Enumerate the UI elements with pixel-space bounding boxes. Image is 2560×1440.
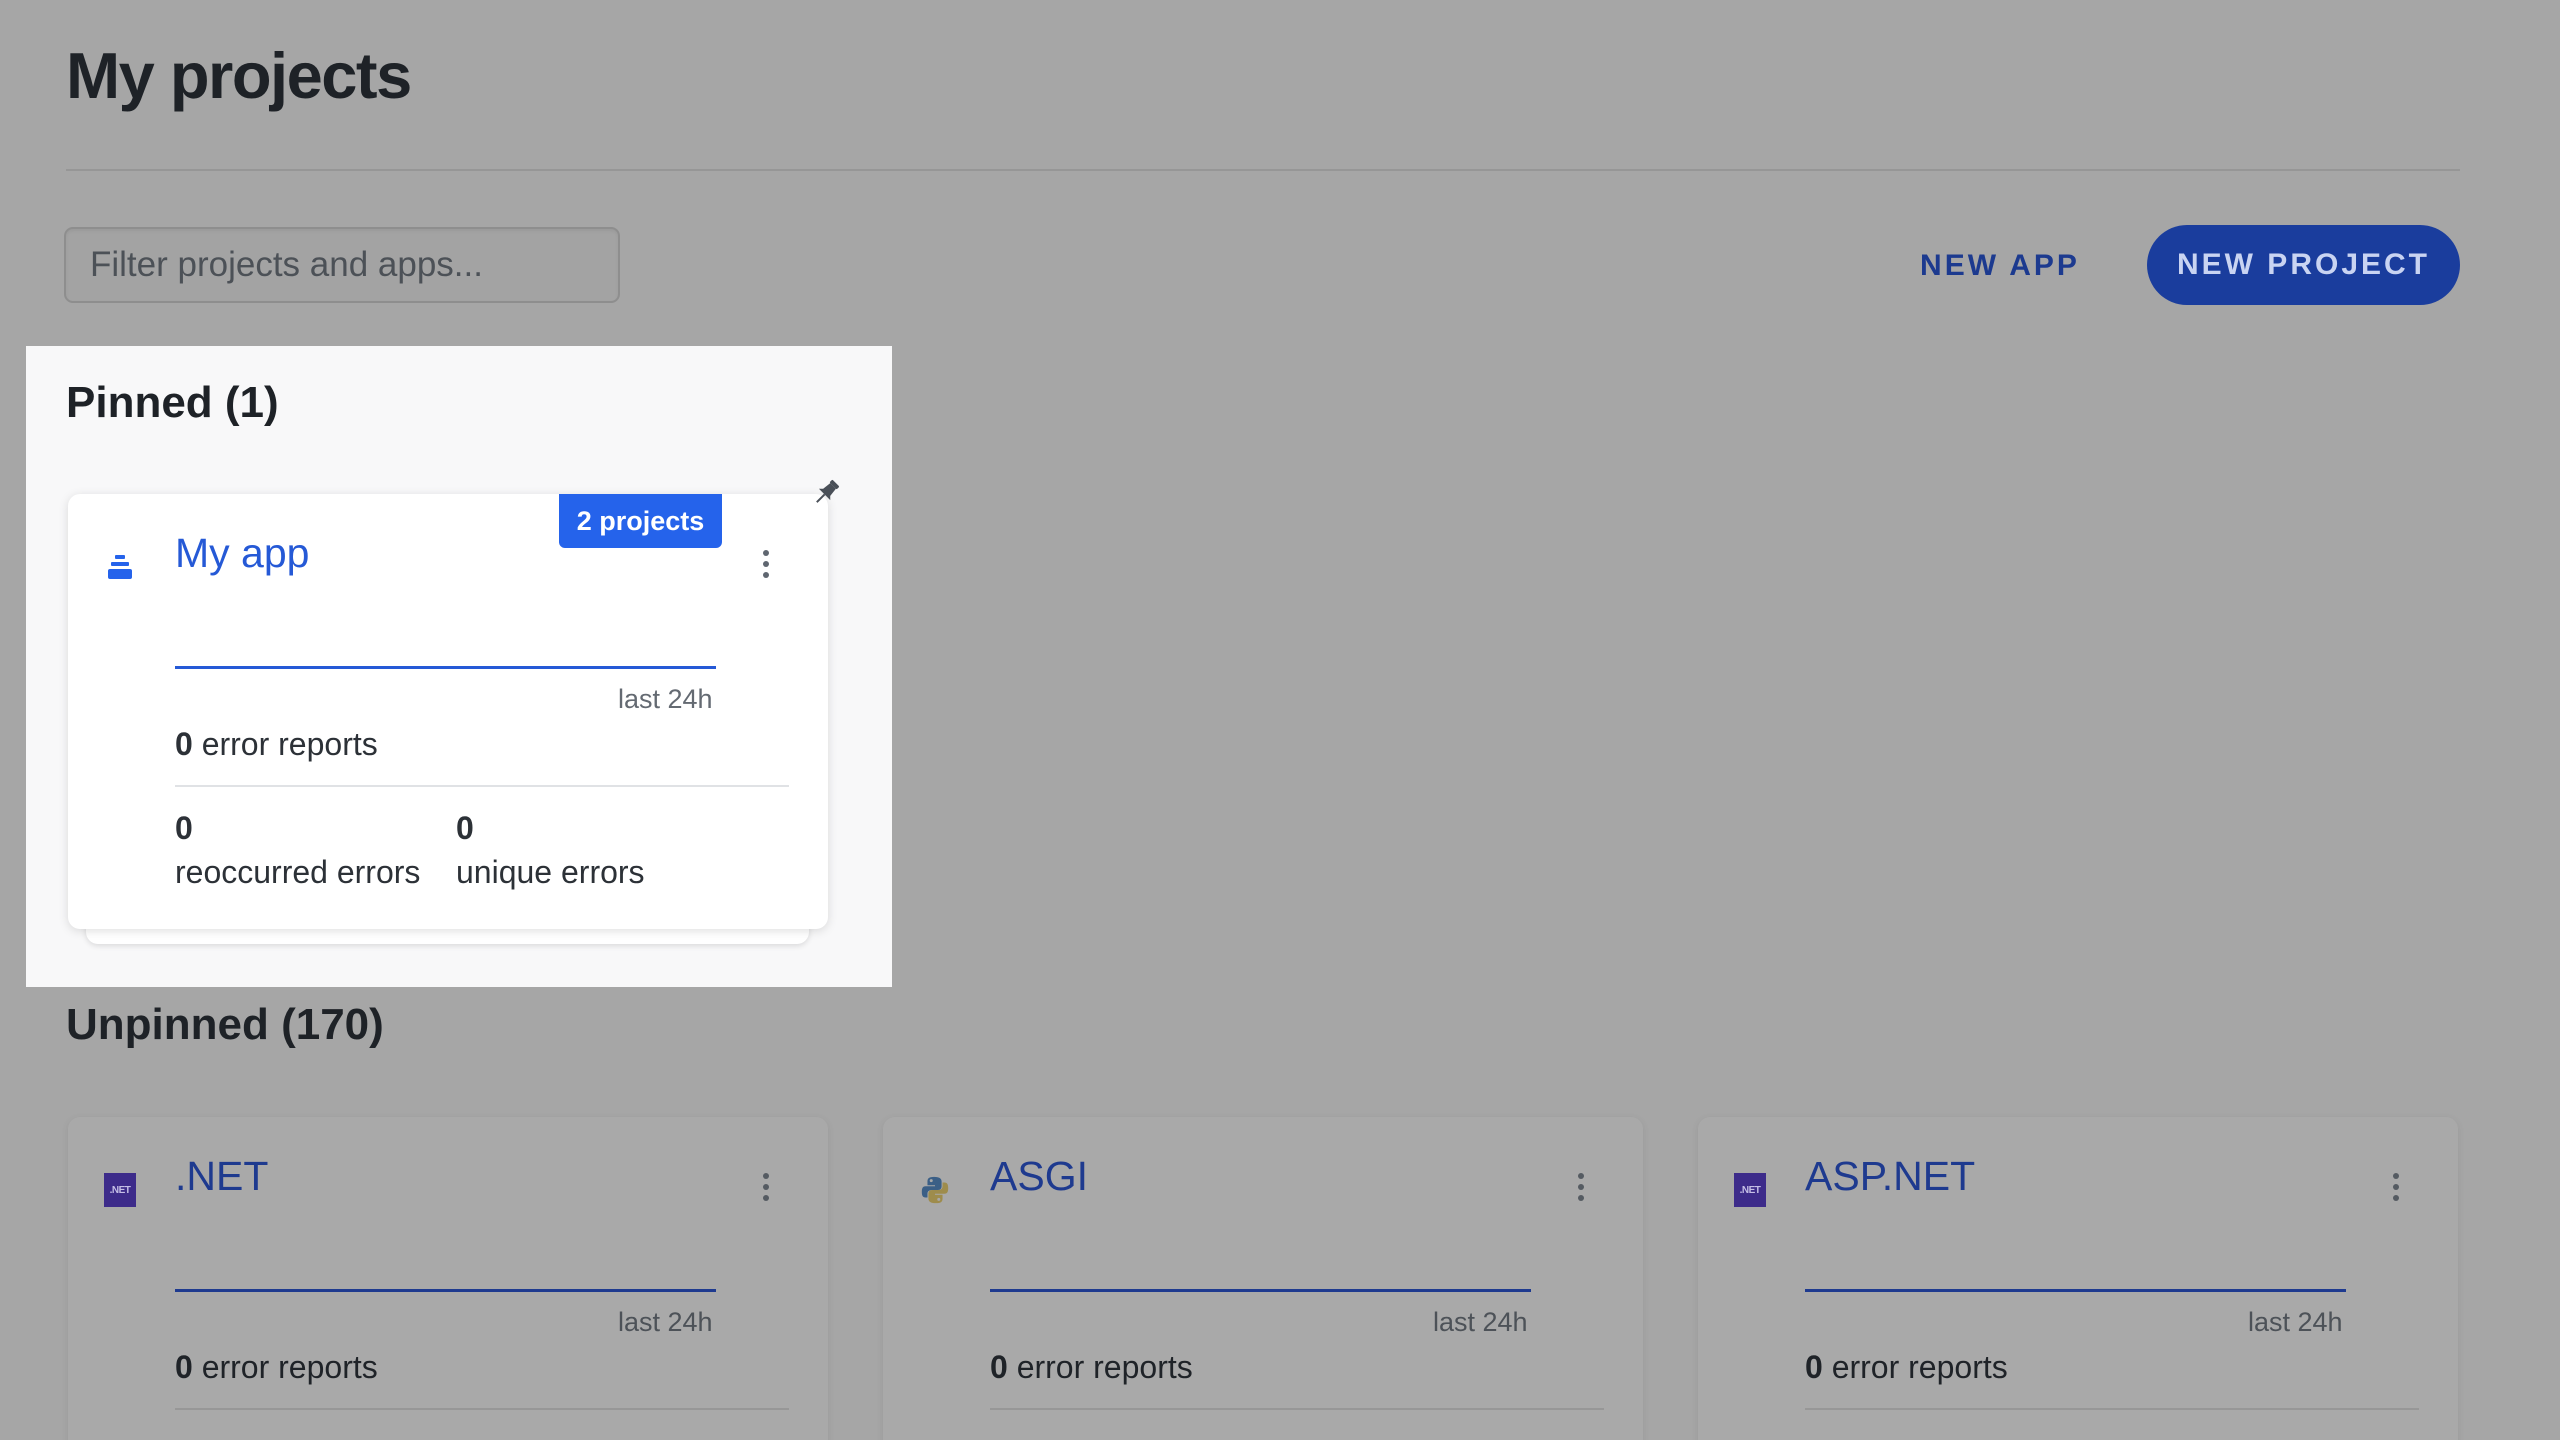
dotnet-icon: .NET bbox=[1734, 1173, 1766, 1207]
card-divider bbox=[175, 785, 789, 787]
reoccurred-label: reoccurred errors bbox=[175, 854, 421, 890]
unique-label: unique errors bbox=[456, 854, 645, 890]
more-options-icon[interactable] bbox=[754, 1167, 778, 1207]
card-title-link[interactable]: ASGI bbox=[990, 1153, 1088, 1200]
error-sparkline bbox=[175, 1289, 716, 1292]
error-reports-label: error reports bbox=[201, 1349, 378, 1385]
page-title: My projects bbox=[66, 39, 412, 112]
reoccurred-errors-stat: 0 reoccurred errors bbox=[175, 806, 420, 894]
project-card[interactable]: .NET ASP.NET last 24h 0 error reports bbox=[1698, 1117, 2458, 1440]
error-reports-count: 0 bbox=[175, 1349, 193, 1385]
card-divider bbox=[990, 1408, 1604, 1410]
project-card[interactable]: .NET .NET last 24h 0 error reports bbox=[68, 1117, 828, 1440]
unique-count: 0 bbox=[456, 810, 474, 846]
card-title-link[interactable]: .NET bbox=[175, 1153, 268, 1200]
error-reports-label: error reports bbox=[1016, 1349, 1193, 1385]
project-card[interactable]: ASGI last 24h 0 error reports bbox=[883, 1117, 1643, 1440]
pin-icon[interactable] bbox=[808, 475, 844, 511]
reoccurred-count: 0 bbox=[175, 810, 193, 846]
error-reports-label: error reports bbox=[201, 726, 378, 762]
card-divider bbox=[175, 1408, 789, 1410]
card-title-link[interactable]: ASP.NET bbox=[1805, 1153, 1975, 1200]
header-divider bbox=[66, 169, 2460, 171]
error-sparkline bbox=[175, 666, 716, 669]
error-reports-count: 0 bbox=[1805, 1349, 1823, 1385]
more-options-icon[interactable] bbox=[1569, 1167, 1593, 1207]
python-icon bbox=[919, 1174, 951, 1206]
more-options-icon[interactable] bbox=[754, 544, 778, 584]
error-sparkline bbox=[990, 1289, 1531, 1292]
app-stack-icon bbox=[104, 551, 136, 583]
period-label: last 24h bbox=[1433, 1307, 1528, 1337]
projects-count-badge: 2 projects bbox=[559, 494, 722, 548]
error-sparkline bbox=[1805, 1289, 2346, 1292]
period-label: last 24h bbox=[2248, 1307, 2343, 1337]
card-title-link[interactable]: My app bbox=[175, 530, 309, 577]
error-reports-label: error reports bbox=[1831, 1349, 2008, 1385]
dotnet-icon: .NET bbox=[104, 1173, 136, 1207]
new-project-button[interactable]: NEW PROJECT bbox=[2147, 225, 2460, 305]
error-reports: 0 error reports bbox=[990, 1349, 1193, 1386]
error-reports-count: 0 bbox=[990, 1349, 1008, 1385]
error-reports: 0 error reports bbox=[175, 726, 378, 763]
pinned-heading: Pinned (1) bbox=[66, 378, 279, 427]
period-label: last 24h bbox=[618, 684, 713, 714]
error-reports: 0 error reports bbox=[1805, 1349, 2008, 1386]
more-options-icon[interactable] bbox=[2384, 1167, 2408, 1207]
unique-errors-stat: 0 unique errors bbox=[456, 806, 645, 894]
error-reports: 0 error reports bbox=[175, 1349, 378, 1386]
pinned-app-card[interactable]: 2 projects My app last 24h 0 error repor… bbox=[68, 494, 828, 929]
error-reports-count: 0 bbox=[175, 726, 193, 762]
page: My projects NEW APP NEW PROJECT Pinned (… bbox=[0, 0, 2560, 1440]
card-divider bbox=[1805, 1408, 2419, 1410]
period-label: last 24h bbox=[618, 1307, 713, 1337]
filter-input[interactable] bbox=[64, 227, 620, 303]
new-app-button[interactable]: NEW APP bbox=[1900, 236, 2100, 296]
unpinned-heading: Unpinned (170) bbox=[66, 1000, 384, 1049]
